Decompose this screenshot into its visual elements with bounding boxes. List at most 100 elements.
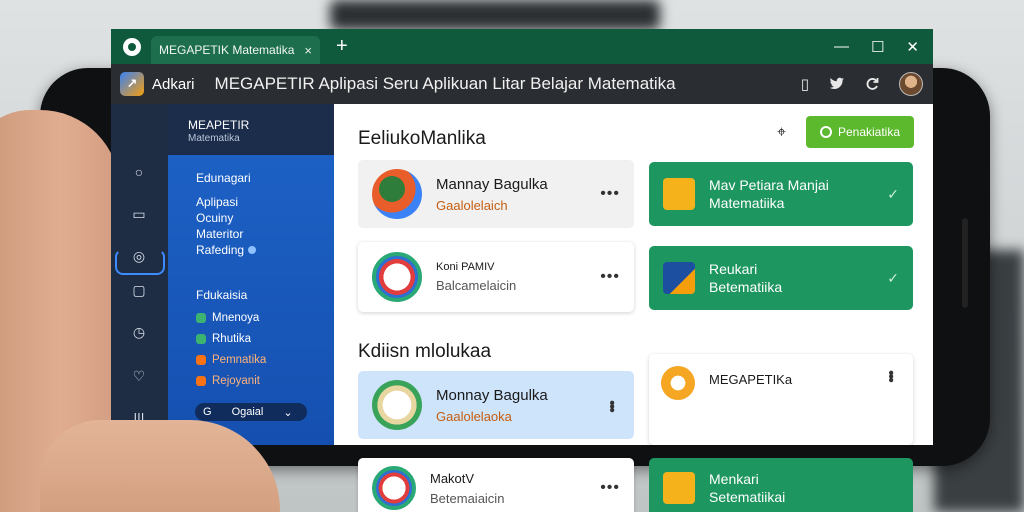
- card-title: MakotV: [430, 470, 475, 486]
- sidebar-item[interactable]: Pemnatika: [196, 349, 266, 370]
- category-icon: [196, 312, 206, 323]
- refresh-icon[interactable]: [865, 77, 879, 91]
- card-title: Mav Petiara Manjai: [709, 177, 829, 193]
- chat-icon: [663, 472, 695, 504]
- more-icon[interactable]: •••: [600, 479, 620, 497]
- sidebar-group-title: Fdukaisia: [196, 288, 248, 302]
- compass-icon[interactable]: ◎: [129, 246, 149, 266]
- sidebar-item-label: Rafeding: [196, 243, 245, 257]
- sidebar-select[interactable]: G Ogaial ⌄: [195, 403, 307, 421]
- heart-icon[interactable]: ♡: [129, 366, 149, 386]
- sidebar-item[interactable]: Ocuiny: [196, 210, 256, 226]
- primary-button[interactable]: Penakiatika: [806, 116, 914, 148]
- more-icon[interactable]: •••: [600, 268, 620, 286]
- course-card[interactable]: MEGAPETIKa •••: [649, 354, 913, 445]
- share-icon[interactable]: ⌖: [777, 124, 786, 142]
- more-icon[interactable]: •••: [602, 400, 620, 411]
- category-icon: [196, 354, 206, 365]
- more-icon[interactable]: •••: [881, 370, 899, 381]
- card-subtitle: Gaalolelaoka: [436, 408, 512, 424]
- card-title: Koni PAMIV: [436, 261, 495, 273]
- browser-tab[interactable]: MEGAPETIK Matematika ×: [151, 36, 320, 64]
- card-subtitle: Matematiika: [709, 195, 785, 211]
- new-tab-icon[interactable]: +: [336, 35, 348, 58]
- tab-title: MEGAPETIK Matematika: [159, 43, 295, 57]
- avatar[interactable]: [899, 72, 923, 96]
- section-title: Kdiisn mlolukaa: [358, 341, 492, 362]
- sidebar-item[interactable]: Materitor: [196, 226, 256, 242]
- card-title: Mannay Bagulka: [436, 175, 548, 193]
- sidebar-item-label: Pemnatika: [212, 353, 267, 366]
- maximize-icon[interactable]: ☐: [871, 38, 884, 56]
- card-subtitle: Betematiika: [709, 279, 783, 295]
- chart-icon: [663, 262, 695, 294]
- diagram-icon: [372, 466, 416, 510]
- sidebar-item-label: Rejoyanit: [212, 374, 260, 387]
- app-logo-icon[interactable]: ↗: [120, 72, 144, 96]
- page-title: MEGAPETIR Aplipasi Seru Aplikuan Litar B…: [214, 74, 676, 93]
- sidebar-header: MEAPETIR Matematika: [168, 104, 334, 155]
- sidebar-item[interactable]: Aplipasi: [196, 194, 256, 210]
- sidebar-subtitle: Matematika: [188, 133, 240, 144]
- twitter-icon[interactable]: [829, 77, 845, 91]
- app-header: ↗ Adkari MEGAPETIR Aplipasi Seru Aplikua…: [111, 64, 933, 104]
- course-card[interactable]: Reukari Betematiika ✓: [649, 246, 913, 310]
- category-icon: [196, 333, 206, 344]
- phone-side-button: [962, 218, 968, 308]
- minimize-icon[interactable]: —: [834, 38, 849, 56]
- icon-rail: ○ ▭ ◎ ▢ ◷ ♡ |||: [111, 104, 168, 445]
- sidebar-item[interactable]: Rhutika: [196, 328, 266, 349]
- chat-icon: [663, 178, 695, 210]
- card-title: MEGAPETIKa: [709, 372, 793, 387]
- compass-art-icon: [372, 380, 422, 430]
- course-card[interactable]: Menkari Setematiikai: [649, 458, 913, 512]
- card-subtitle: Setematiikai: [709, 489, 786, 505]
- course-card[interactable]: Koni PAMIV Balcamelaicin •••: [358, 242, 634, 312]
- course-card[interactable]: Monnay Bagulka Gaalolelaoka •••: [358, 371, 634, 439]
- gear-icon: [661, 366, 695, 400]
- course-card[interactable]: Mav Petiara Manjai Matematiika ✓: [649, 162, 913, 226]
- sidebar-group-1: Edunagari Aplipasi Ocuiny Materitor Rafe…: [196, 170, 257, 258]
- app-body: ○ ▭ ◎ ▢ ◷ ♡ ||| MEAPETIR Matematika Edun…: [111, 104, 933, 445]
- category-icon: [196, 375, 206, 386]
- chevron-down-icon: ⌄: [283, 406, 293, 419]
- course-card[interactable]: MakotV Betemaiaicin •••: [358, 458, 634, 512]
- sidebar-item-label: Mnenoya: [212, 311, 260, 324]
- browser-logo-icon: [123, 37, 141, 56]
- select-value: Ogaial: [231, 406, 264, 418]
- primary-button-label: Penakiatika: [837, 125, 901, 139]
- clock-icon[interactable]: ◷: [129, 322, 149, 342]
- card-subtitle: Gaalolelaich: [436, 197, 508, 213]
- more-icon[interactable]: •••: [600, 185, 620, 203]
- sidebar-item[interactable]: Rejoyanit: [196, 370, 266, 391]
- main-content: EeliukoManlika ⌖ Penakiatika Mannay Bagu…: [334, 104, 933, 445]
- card-title: Menkari: [709, 471, 759, 487]
- title-bar: MEGAPETIK Matematika × + — ☐ ✕: [111, 29, 933, 64]
- course-card[interactable]: Mannay Bagulka Gaalolelaich •••: [358, 160, 634, 228]
- app-window: MEGAPETIK Matematika × + — ☐ ✕ ↗ Adkari …: [111, 29, 933, 445]
- select-icon: G: [203, 406, 212, 418]
- check-icon: ✓: [887, 185, 899, 202]
- check-circle-icon: [819, 126, 832, 138]
- sidebar-item[interactable]: Mnenoya: [196, 307, 266, 328]
- sidebar-group-2: Fdukaisia Mnenoya Rhutika Pemnatika Rejo…: [196, 287, 266, 391]
- tab-close-icon[interactable]: ×: [304, 43, 312, 58]
- card-title: Monnay Bagulka: [436, 386, 548, 404]
- window-icon[interactable]: ▭: [129, 204, 149, 224]
- sidebar-item[interactable]: Edunagari: [196, 170, 256, 186]
- sidebar-title: MEAPETIR: [188, 118, 250, 132]
- sidebar-item-label: Rhutika: [212, 332, 251, 345]
- sidebar-item[interactable]: Rafeding: [196, 242, 257, 258]
- status-dot: [248, 246, 257, 254]
- sidebar: MEAPETIR Matematika Edunagari Aplipasi O…: [168, 104, 334, 445]
- card-subtitle: Betemaiaicin: [430, 490, 505, 506]
- diagram-icon: [372, 252, 422, 302]
- tablet-icon[interactable]: ▯: [801, 75, 809, 93]
- folder-icon[interactable]: ▢: [129, 280, 149, 300]
- home-icon[interactable]: ○: [129, 162, 149, 182]
- card-title: Reukari: [709, 261, 758, 277]
- app-name: Adkari: [152, 75, 195, 93]
- book-icon: [372, 169, 422, 219]
- close-icon[interactable]: ✕: [906, 38, 919, 56]
- section-title: EeliukoManlika: [358, 128, 486, 149]
